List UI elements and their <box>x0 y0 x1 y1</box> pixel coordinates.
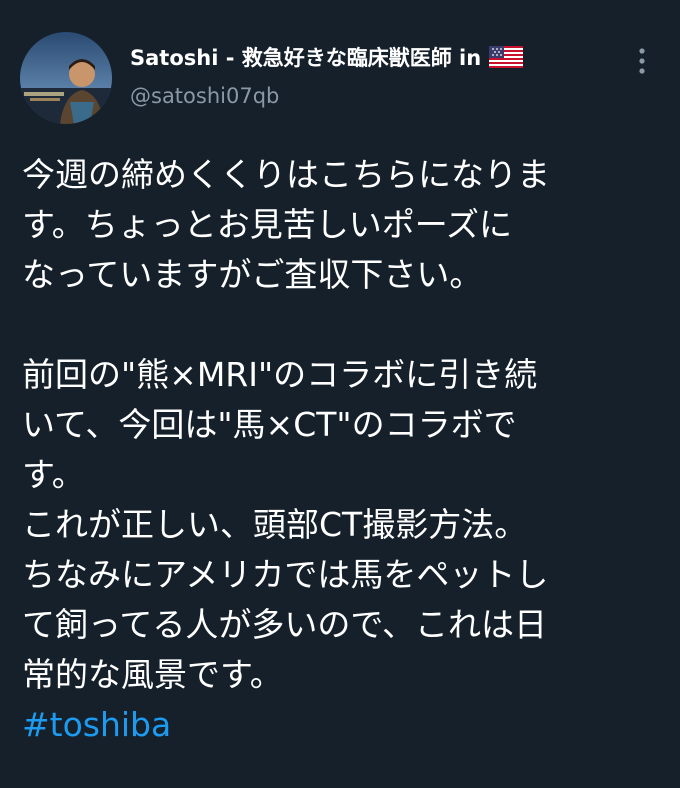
text-line: ちなみにアメリカでは馬をペットし <box>22 555 549 594</box>
text-line: 今週の締めくくりはこちらになりま <box>22 155 550 194</box>
avatar[interactable] <box>20 32 112 124</box>
avatar-image <box>20 32 112 124</box>
author-name: Satoshi - 救急好きな臨床獣医師 in <box>130 46 482 70</box>
hashtag-link[interactable]: #toshiba <box>22 700 662 750</box>
text-line: なっていますがご査収下さい。 <box>22 255 483 294</box>
text-line: いて、今回は"馬×CT"のコラボで <box>22 405 517 444</box>
text-line: これが正しい、頭部CT撮影方法。 <box>22 505 528 544</box>
text-line: す。 <box>22 455 85 494</box>
text-line: す。ちょっとお見苦しいポーズに <box>22 205 513 244</box>
tweet-text: 今週の締めくくりはこちらになりま す。ちょっとお見苦しいポーズに なっていますが… <box>22 150 662 750</box>
text-line: 常的な風景です。 <box>22 655 283 694</box>
author-name-row[interactable]: Satoshi - 救急好きな臨床獣医師 in <box>130 42 524 72</box>
us-flag-icon <box>489 46 524 68</box>
author-handle[interactable]: @satoshi07qb <box>130 84 279 108</box>
tweet-paragraph-1: 今週の締めくくりはこちらになりま す。ちょっとお見苦しいポーズに なっていますが… <box>22 150 662 300</box>
more-vertical-icon[interactable] <box>632 46 652 76</box>
text-line: て飼ってる人が多いので、これは日 <box>22 605 548 644</box>
tweet-header: Satoshi - 救急好きな臨床獣医師 in @satoshi07qb <box>20 28 660 128</box>
text-line: 前回の"熊×MRI"のコラボに引き続 <box>22 355 538 394</box>
tweet-paragraph-2: 前回の"熊×MRI"のコラボに引き続 いて、今回は"馬×CT"のコラボで す。 … <box>22 350 662 750</box>
